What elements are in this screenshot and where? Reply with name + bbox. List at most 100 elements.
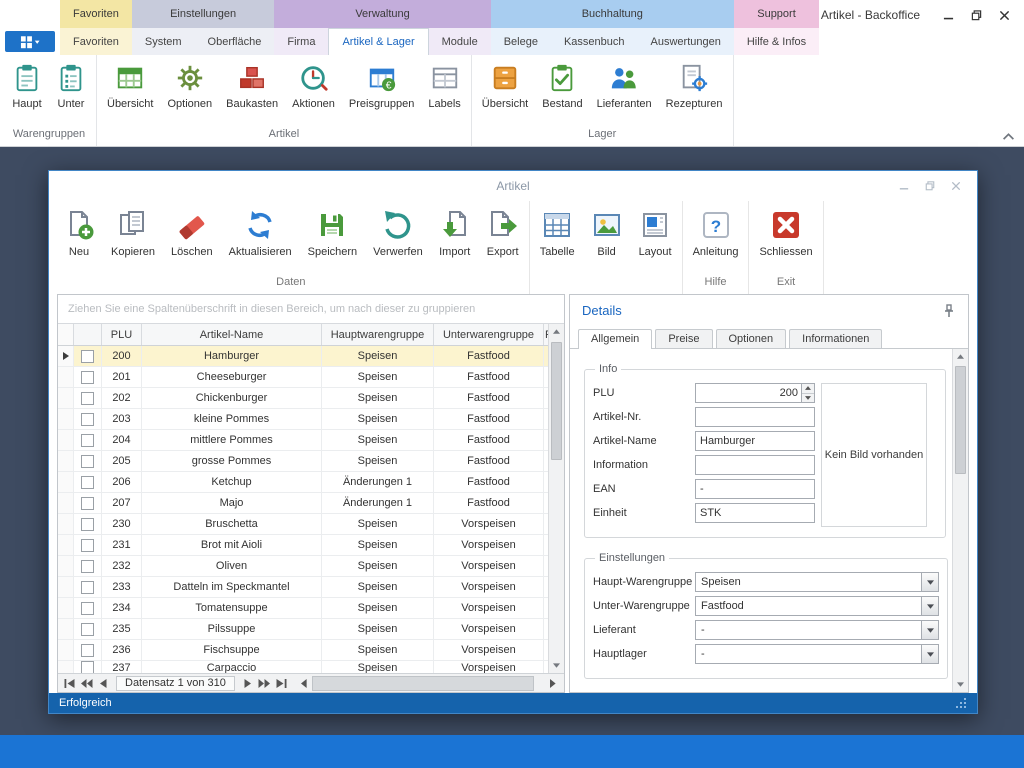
column-header-plu[interactable]: PLU xyxy=(102,324,142,345)
unter-warengruppe-select[interactable]: Fastfood xyxy=(695,596,939,616)
dropdown-button[interactable] xyxy=(921,621,938,639)
table-row-plu-207[interactable]: 207MajoÄnderungen 1Fastfood xyxy=(58,493,548,514)
toolbar-button-aktualisieren[interactable]: Aktualisieren xyxy=(221,201,300,258)
ribbon-tab-system[interactable]: System xyxy=(132,28,195,55)
table-row-plu-235[interactable]: 235PilssuppeSpeisenVorspeisen xyxy=(58,619,548,640)
row-checkbox[interactable] xyxy=(81,661,94,673)
close-button[interactable] xyxy=(990,6,1018,24)
ribbon-tab-favoriten[interactable]: Favoriten xyxy=(60,28,132,55)
table-row-plu-205[interactable]: 205grosse PommesSpeisenFastfood xyxy=(58,451,548,472)
table-row-plu-237[interactable]: 237CarpaccioSpeisenVorspeisen xyxy=(58,661,548,673)
row-checkbox[interactable] xyxy=(81,518,94,531)
resize-grip[interactable] xyxy=(956,698,967,709)
ribbon-tab-hilfe-infos[interactable]: Hilfe & Infos xyxy=(734,28,819,55)
row-checkbox[interactable] xyxy=(81,560,94,573)
row-checkbox[interactable] xyxy=(81,413,94,426)
details-tab-allgemein[interactable]: Allgemein xyxy=(578,329,652,349)
row-checkbox[interactable] xyxy=(81,497,94,510)
scrollbar-track[interactable] xyxy=(953,364,968,677)
dropdown-button[interactable] xyxy=(921,645,938,663)
haupt-warengruppe-select[interactable]: Speisen xyxy=(695,572,939,592)
table-row-plu-202[interactable]: 202ChickenburgerSpeisenFastfood xyxy=(58,388,548,409)
toolbar-button-l-schen[interactable]: Löschen xyxy=(163,201,221,258)
toolbar-button-export[interactable]: Export xyxy=(479,201,527,258)
hscroll-thumb[interactable] xyxy=(312,676,534,691)
ribbon-button-haupt[interactable]: Haupt xyxy=(5,60,49,113)
artikel-nr-input[interactable] xyxy=(695,407,815,427)
dialog-titlebar[interactable]: Artikel xyxy=(49,171,977,201)
nav-prev-button[interactable] xyxy=(95,676,112,691)
scrollbar-thumb[interactable] xyxy=(551,342,562,460)
hscroll-left-button[interactable] xyxy=(295,676,312,691)
dropdown-button[interactable] xyxy=(921,573,938,591)
table-row-plu-233[interactable]: 233Datteln im SpeckmantelSpeisenVorspeis… xyxy=(58,577,548,598)
nav-last-button[interactable] xyxy=(273,676,290,691)
ribbon-tab-belege[interactable]: Belege xyxy=(491,28,551,55)
scroll-up-button[interactable] xyxy=(549,324,564,339)
row-checkbox[interactable] xyxy=(81,434,94,447)
table-row-plu-232[interactable]: 232OlivenSpeisenVorspeisen xyxy=(58,556,548,577)
table-row-plu-203[interactable]: 203kleine PommesSpeisenFastfood xyxy=(58,409,548,430)
plu-spinner-input[interactable]: 200 xyxy=(695,383,815,403)
ribbon-collapse-button[interactable] xyxy=(1002,133,1015,141)
ribbon-button-labels[interactable]: Labels xyxy=(421,60,467,113)
restore-button[interactable] xyxy=(962,6,990,24)
toolbar-button-anleitung[interactable]: ?Anleitung xyxy=(685,201,747,258)
minimize-button[interactable] xyxy=(934,6,962,24)
grid-horizontal-scrollbar[interactable] xyxy=(295,676,561,691)
row-checkbox[interactable] xyxy=(81,539,94,552)
ribbon-button-bestand[interactable]: Bestand xyxy=(535,60,589,113)
scroll-up-button[interactable] xyxy=(953,349,968,364)
toolbar-button-neu[interactable]: Neu xyxy=(55,201,103,258)
row-checkbox[interactable] xyxy=(81,392,94,405)
ribbon-button-rezepturen[interactable]: Rezepturen xyxy=(659,60,730,113)
ribbon-button-optionen[interactable]: Optionen xyxy=(160,60,219,113)
ribbon-tab-auswertungen[interactable]: Auswertungen xyxy=(638,28,734,55)
details-tab-informationen[interactable]: Informationen xyxy=(789,329,882,348)
group-by-panel[interactable]: Ziehen Sie eine Spaltenüberschrift in di… xyxy=(58,295,564,324)
table-row-plu-231[interactable]: 231Brot mit AioliSpeisenVorspeisen xyxy=(58,535,548,556)
table-row-plu-236[interactable]: 236FischsuppeSpeisenVorspeisen xyxy=(58,640,548,661)
toolbar-button-tabelle[interactable]: Tabelle xyxy=(532,201,583,258)
toolbar-button-import[interactable]: Import xyxy=(431,201,479,258)
hauptlager-select[interactable]: - xyxy=(695,644,939,664)
artikel-name-input[interactable]: Hamburger xyxy=(695,431,815,451)
table-row-plu-204[interactable]: 204mittlere PommesSpeisenFastfood xyxy=(58,430,548,451)
toolbar-button-schliessen[interactable]: Schliessen xyxy=(751,201,820,258)
row-checkbox[interactable] xyxy=(81,476,94,489)
lieferant-select[interactable]: - xyxy=(695,620,939,640)
spinner-buttons[interactable] xyxy=(801,384,814,402)
row-checkbox[interactable] xyxy=(81,455,94,468)
dialog-close-button[interactable] xyxy=(943,177,969,195)
table-row-plu-206[interactable]: 206KetchupÄnderungen 1Fastfood xyxy=(58,472,548,493)
scrollbar-track[interactable] xyxy=(549,339,564,658)
ribbon-button-aktionen[interactable]: Aktionen xyxy=(285,60,342,113)
ribbon-button-bersicht[interactable]: Übersicht xyxy=(475,60,535,113)
row-checkbox[interactable] xyxy=(81,350,94,363)
column-header-artikel-name[interactable]: Artikel-Name xyxy=(142,324,322,345)
ribbon-button-unter[interactable]: Unter xyxy=(49,60,93,113)
toolbar-button-layout[interactable]: Layout xyxy=(631,201,680,258)
nav-next-button[interactable] xyxy=(239,676,256,691)
column-header-hauptwarengruppe[interactable]: Hauptwarengruppe xyxy=(322,324,434,345)
scrollbar-thumb[interactable] xyxy=(955,366,966,474)
ean-input[interactable]: - xyxy=(695,479,815,499)
table-row-plu-201[interactable]: 201CheeseburgerSpeisenFastfood xyxy=(58,367,548,388)
table-row-plu-200[interactable]: 200HamburgerSpeisenFastfood xyxy=(58,346,548,367)
ribbon-tab-oberfl-che[interactable]: Oberfläche xyxy=(195,28,275,55)
details-tab-optionen[interactable]: Optionen xyxy=(716,329,787,348)
einheit-input[interactable]: STK xyxy=(695,503,815,523)
nav-first-button[interactable] xyxy=(61,676,78,691)
information-input[interactable] xyxy=(695,455,815,475)
dropdown-button[interactable] xyxy=(921,597,938,615)
row-checkbox[interactable] xyxy=(81,602,94,615)
row-checkbox[interactable] xyxy=(81,371,94,384)
app-menu-button[interactable] xyxy=(5,31,55,52)
row-checkbox[interactable] xyxy=(81,644,94,657)
nav-next-page-button[interactable] xyxy=(256,676,273,691)
toolbar-button-speichern[interactable]: Speichern xyxy=(300,201,366,258)
hscroll-right-button[interactable] xyxy=(544,676,561,691)
dialog-restore-button[interactable] xyxy=(917,177,943,195)
table-row-plu-230[interactable]: 230BruschettaSpeisenVorspeisen xyxy=(58,514,548,535)
scroll-down-button[interactable] xyxy=(953,677,968,692)
